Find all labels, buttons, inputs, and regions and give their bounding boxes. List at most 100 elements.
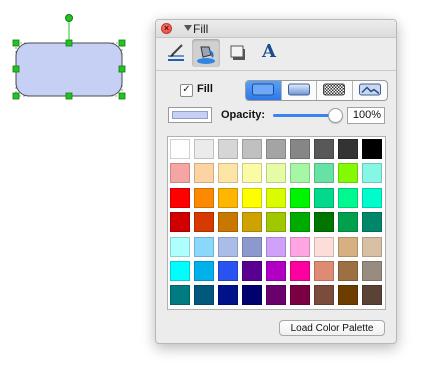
color-swatch[interactable] — [218, 163, 238, 184]
pattern-fill-icon — [323, 83, 346, 95]
color-swatch[interactable] — [290, 260, 310, 281]
color-swatch[interactable] — [362, 187, 382, 208]
color-swatch[interactable] — [314, 285, 334, 306]
color-swatch[interactable] — [242, 260, 262, 281]
fill-color-well[interactable] — [168, 107, 212, 123]
color-swatch[interactable] — [362, 212, 382, 233]
tab-text-style[interactable]: A — [256, 39, 284, 67]
resize-handle-br[interactable] — [118, 92, 126, 100]
close-icon[interactable]: × — [161, 23, 172, 34]
color-swatch[interactable] — [314, 187, 334, 208]
color-swatch[interactable] — [338, 187, 358, 208]
fill-type-image-button[interactable] — [353, 81, 388, 100]
color-swatch[interactable] — [362, 236, 382, 257]
color-swatch[interactable] — [242, 212, 262, 233]
color-swatch[interactable] — [170, 139, 190, 159]
color-swatch[interactable] — [314, 236, 334, 257]
color-swatch[interactable] — [170, 285, 190, 306]
solid-fill-icon — [252, 83, 275, 95]
rounded-rectangle-shape[interactable] — [0, 0, 150, 120]
color-swatch[interactable] — [194, 139, 214, 159]
fill-type-pattern-button[interactable] — [317, 81, 353, 100]
opacity-label: Opacity: — [221, 109, 266, 121]
color-swatch[interactable] — [266, 260, 286, 281]
opacity-slider-knob[interactable] — [328, 108, 343, 123]
color-swatch[interactable] — [290, 139, 310, 159]
color-swatch[interactable] — [338, 236, 358, 257]
color-swatch[interactable] — [218, 236, 238, 257]
selected-shape[interactable] — [0, 0, 150, 120]
color-swatch[interactable] — [362, 139, 382, 159]
color-swatch[interactable] — [362, 285, 382, 306]
color-swatch[interactable] — [242, 285, 262, 306]
color-swatch[interactable] — [218, 212, 238, 233]
color-swatch[interactable] — [314, 212, 334, 233]
color-swatch[interactable] — [290, 163, 310, 184]
color-swatch[interactable] — [218, 139, 238, 159]
color-swatch[interactable] — [170, 163, 190, 184]
color-palette-grid — [167, 136, 386, 310]
gradient-fill-icon — [287, 83, 310, 95]
color-swatch[interactable] — [170, 187, 190, 208]
fill-type-solid-button[interactable] — [246, 81, 282, 100]
resize-handle-tr[interactable] — [118, 39, 126, 47]
resize-handle-l[interactable] — [12, 65, 20, 73]
color-swatch[interactable] — [170, 236, 190, 257]
color-swatch[interactable] — [194, 285, 214, 306]
color-swatch[interactable] — [290, 212, 310, 233]
color-swatch[interactable] — [266, 236, 286, 257]
color-swatch[interactable] — [290, 187, 310, 208]
color-swatch[interactable] — [194, 187, 214, 208]
color-swatch[interactable] — [266, 285, 286, 306]
color-swatch[interactable] — [314, 260, 334, 281]
color-swatch[interactable] — [170, 260, 190, 281]
color-swatch[interactable] — [242, 163, 262, 184]
color-swatch[interactable] — [242, 187, 262, 208]
image-fill-icon — [358, 83, 381, 95]
color-swatch[interactable] — [290, 285, 310, 306]
color-swatch[interactable] — [338, 285, 358, 306]
color-swatch[interactable] — [290, 236, 310, 257]
color-swatch[interactable] — [170, 212, 190, 233]
text-style-icon: A — [262, 41, 276, 62]
color-swatch[interactable] — [218, 187, 238, 208]
opacity-value-field[interactable]: 100% — [347, 107, 385, 124]
resize-handle-r[interactable] — [118, 65, 126, 73]
color-swatch[interactable] — [362, 163, 382, 184]
tab-line-style[interactable] — [162, 39, 190, 67]
color-swatch[interactable] — [314, 139, 334, 159]
rotation-handle[interactable] — [65, 14, 73, 22]
color-swatch[interactable] — [218, 260, 238, 281]
color-swatch[interactable] — [338, 163, 358, 184]
color-swatch[interactable] — [266, 212, 286, 233]
color-swatch[interactable] — [362, 260, 382, 281]
fill-type-gradient-button[interactable] — [282, 81, 317, 100]
color-swatch[interactable] — [218, 285, 238, 306]
resize-handle-b[interactable] — [65, 92, 73, 100]
color-swatch[interactable] — [338, 212, 358, 233]
resize-handle-tl[interactable] — [12, 39, 20, 47]
fill-checkbox[interactable]: ✓ — [180, 84, 193, 97]
color-swatch[interactable] — [242, 236, 262, 257]
shadow-icon — [230, 45, 245, 60]
fill-bucket-icon — [197, 46, 215, 64]
color-swatch[interactable] — [338, 139, 358, 159]
tab-shadow[interactable] — [224, 39, 252, 67]
color-swatch[interactable] — [194, 236, 214, 257]
color-swatch[interactable] — [194, 163, 214, 184]
panel-titlebar[interactable]: × Fill — [156, 20, 396, 38]
disclosure-triangle-icon[interactable] — [184, 25, 192, 31]
color-swatch[interactable] — [266, 163, 286, 184]
resize-handle-bl[interactable] — [12, 92, 20, 100]
fill-label: Fill — [197, 83, 213, 95]
color-swatch[interactable] — [242, 139, 262, 159]
color-swatch[interactable] — [266, 139, 286, 159]
color-swatch[interactable] — [338, 260, 358, 281]
color-swatch[interactable] — [266, 187, 286, 208]
resize-handle-t[interactable] — [65, 39, 73, 47]
color-swatch[interactable] — [194, 260, 214, 281]
load-color-palette-button[interactable]: Load Color Palette — [279, 320, 385, 336]
color-swatch[interactable] — [314, 163, 334, 184]
tab-fill[interactable] — [192, 39, 220, 67]
color-swatch[interactable] — [194, 212, 214, 233]
